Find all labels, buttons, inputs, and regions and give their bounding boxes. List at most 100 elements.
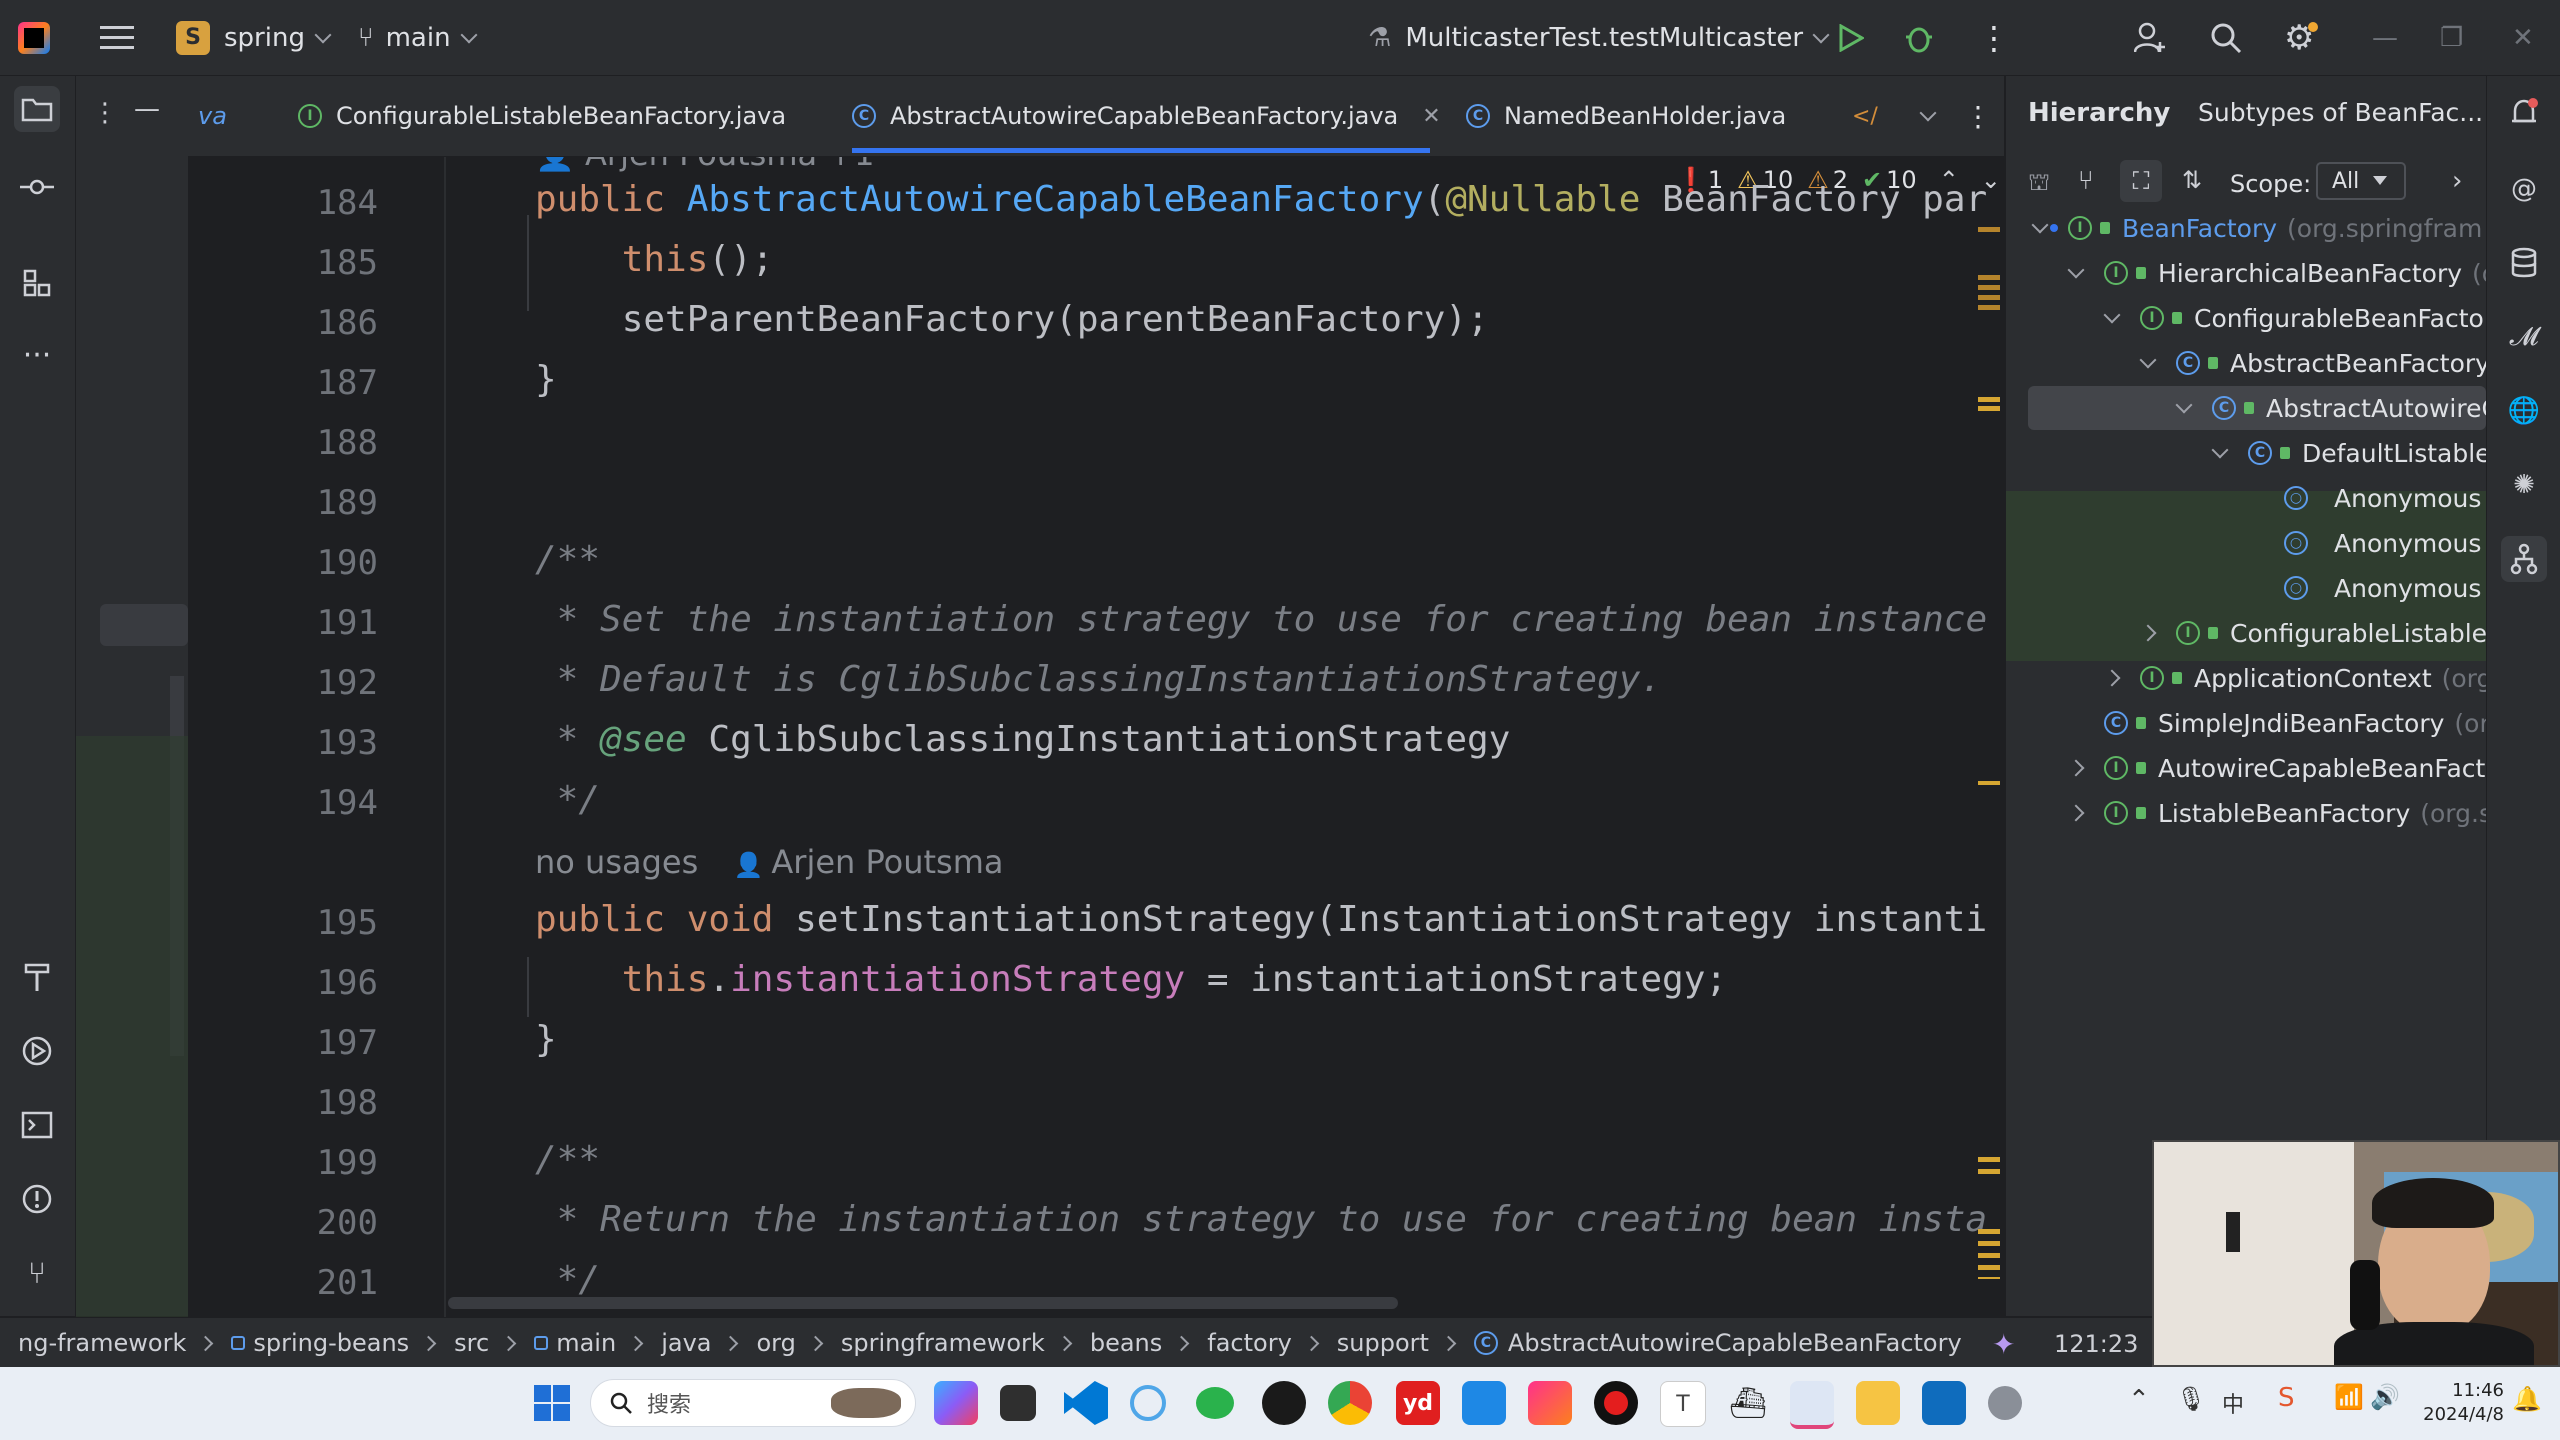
ai-assistant-icon[interactable]: @ (2501, 166, 2547, 212)
services-run-icon[interactable] (14, 1028, 60, 1074)
database-icon[interactable] (2501, 240, 2547, 286)
store-icon[interactable] (1922, 1381, 1966, 1425)
hierarchy-node[interactable]: I HierarchicalBeanFactory (or (2067, 251, 2486, 295)
chevron-right-icon[interactable]: › (2452, 166, 2462, 196)
wechat-icon[interactable] (1196, 1387, 1234, 1419)
breadcrumb-item[interactable]: ng-framework (18, 1329, 186, 1357)
code-editor[interactable]: 184 185 186 187 188 189 190 191 192 193 194 195 196 1… (188, 157, 2004, 1317)
tray-chevron-up-icon[interactable]: ⌃ (2128, 1385, 2150, 1415)
supertypes-icon[interactable]: ⛫ (2028, 168, 2050, 199)
intellij-icon[interactable] (1528, 1381, 1572, 1425)
breadcrumb-item[interactable]: spring-beans (231, 1329, 409, 1357)
run-config-selector[interactable]: ⚗ MulticasterTest.testMulticaster (1368, 0, 1830, 75)
file-explorer-icon[interactable] (1856, 1381, 1900, 1425)
tab-named-bean-holder[interactable]: C NamedBeanHolder.java (1466, 76, 1786, 156)
hierarchy-node[interactable]: I AutowireCapableBeanFacto (2067, 746, 2486, 790)
chevron-right-icon[interactable] (2067, 804, 2085, 822)
windows-start-icon[interactable] (530, 1381, 574, 1425)
options-icon[interactable]: ⋮ (92, 98, 118, 128)
chevron-down-icon[interactable] (2211, 441, 2229, 459)
tab-abstract-autowire-capable-bean-factory[interactable]: C AbstractAutowireCapableBeanFactory.jav… (852, 76, 1441, 156)
input-method-icon[interactable]: 中 (2222, 1387, 2244, 1419)
hierarchy-node[interactable]: C SimpleJndiBeanFactory (org (2070, 701, 2486, 745)
hierarchy-node[interactable]: I ListableBeanFactory (org.sp (2067, 791, 2486, 835)
project-selector[interactable]: S spring (176, 0, 332, 75)
class-hierarchy-icon[interactable]: ⛶ (2120, 160, 2162, 202)
chevron-down-icon[interactable] (2175, 396, 2193, 414)
sort-alphabetically-icon[interactable]: ⇅ (2182, 166, 2202, 194)
hierarchy-node[interactable]: I ConfigurableBeanFactory (2103, 296, 2486, 340)
hide-panel-icon[interactable]: — (134, 94, 160, 124)
chevron-down-icon[interactable] (2031, 216, 2049, 234)
microphone-icon[interactable]: 🎙 (2176, 1385, 2206, 1413)
hierarchy-tool-icon[interactable] (2501, 536, 2547, 582)
hierarchy-node[interactable]: I ConfigurableListableE (2139, 611, 2486, 655)
close-tab-icon[interactable]: ✕ (1422, 104, 1440, 129)
browser-icon[interactable] (1130, 1385, 1166, 1421)
minimize-button[interactable]: — (2372, 0, 2398, 75)
breadcrumb-item[interactable]: org (756, 1329, 795, 1357)
breadcrumb-item[interactable]: support (1337, 1329, 1429, 1357)
app-logo-icon[interactable] (18, 0, 50, 75)
chevron-down-icon[interactable] (2103, 306, 2121, 324)
error-stripe-marker[interactable] (1978, 1229, 2000, 1279)
breadcrumb-item[interactable]: springframework (841, 1329, 1045, 1357)
gradle-icon[interactable]: ✺ (2501, 462, 2547, 508)
hierarchy-node[interactable]: C DefaultListable (2211, 431, 2486, 475)
subtypes-icon[interactable]: ⑂ (2078, 166, 2094, 196)
author-hint[interactable]: Arjen Poutsma (771, 843, 1003, 881)
ship-app-icon[interactable]: ⛴ (1726, 1381, 1770, 1425)
obs-icon[interactable] (1262, 1381, 1306, 1425)
code-vision-hint[interactable]: no usages 👤 Arjen Poutsma (535, 843, 1004, 881)
close-window-button[interactable]: ✕ (2512, 0, 2534, 75)
hierarchy-node[interactable]: I ApplicationContext (org.s (2103, 656, 2486, 700)
wifi-icon[interactable]: 📶 (2334, 1383, 2364, 1411)
feishu-icon[interactable] (1462, 1381, 1506, 1425)
tab-hierarchy[interactable]: Hierarchy (2028, 98, 2170, 128)
endpoints-globe-icon[interactable]: 🌐 (2501, 388, 2547, 434)
hierarchy-node[interactable]: ○ Anonymous (2250, 476, 2481, 520)
error-stripe-marker[interactable] (1978, 397, 2000, 411)
chevron-right-icon[interactable] (2103, 669, 2121, 687)
scope-dropdown[interactable]: All (2316, 162, 2406, 200)
hierarchy-node[interactable]: C AbstractBeanFactory (2139, 341, 2486, 385)
more-actions-icon[interactable]: ⋮ (1978, 0, 2010, 75)
scroll-thumb[interactable] (100, 604, 188, 646)
copilot-icon[interactable] (934, 1381, 978, 1425)
chevron-right-icon[interactable] (2067, 759, 2085, 777)
hierarchy-node[interactable]: ○ Anonymous (2250, 521, 2481, 565)
tray-app-icon[interactable]: S (2278, 1383, 2295, 1413)
task-view-icon[interactable] (1000, 1385, 1036, 1421)
error-stripe-marker[interactable] (1978, 227, 2000, 232)
hierarchy-node[interactable]: I BeanFactory (org.springfram (2031, 206, 2482, 250)
error-stripe-marker[interactable] (1978, 275, 2000, 315)
project-folder-icon[interactable] (14, 86, 60, 132)
maven-icon[interactable]: 𝓜 (2501, 314, 2547, 360)
build-hammer-icon[interactable] (14, 954, 60, 1000)
debug-button[interactable] (1904, 0, 1934, 75)
add-user-icon[interactable] (2134, 0, 2166, 75)
volume-icon[interactable]: 🔊 (2370, 1383, 2400, 1411)
tab-list-dropdown[interactable] (1910, 76, 1937, 156)
search-icon[interactable] (2210, 0, 2242, 75)
recorder-icon[interactable] (1594, 1381, 1638, 1425)
horizontal-scrollbar[interactable] (448, 1297, 1398, 1309)
structure-icon[interactable] (14, 260, 60, 306)
tab-partial[interactable]: va (198, 76, 227, 156)
maximize-button[interactable]: ❐ (2440, 0, 2463, 75)
youdao-icon[interactable]: yd (1396, 1381, 1440, 1425)
clock[interactable]: 11:46 2024/4/8 (2404, 1379, 2504, 1427)
system-app-icon[interactable] (1988, 1386, 2022, 1420)
breadcrumb-item[interactable]: beans (1090, 1329, 1162, 1357)
breadcrumb-item[interactable]: src (454, 1329, 489, 1357)
settings-gear-icon[interactable]: ⚙ (2284, 0, 2319, 75)
tab-subtypes[interactable]: Subtypes of BeanFac... (2198, 98, 2483, 127)
terminal-icon[interactable] (14, 1102, 60, 1148)
ai-status-icon[interactable]: ✦ (1992, 1328, 2015, 1361)
caret-position[interactable]: 121:23 (2054, 1330, 2138, 1358)
commit-icon[interactable] (14, 164, 60, 210)
notification-center-icon[interactable]: 🔔 (2512, 1385, 2542, 1413)
taskbar-search-box[interactable]: 搜索 (590, 1379, 916, 1427)
hierarchy-node[interactable]: C AbstractAutowireC (2175, 386, 2486, 430)
usages-hint[interactable]: no usages (535, 843, 698, 881)
